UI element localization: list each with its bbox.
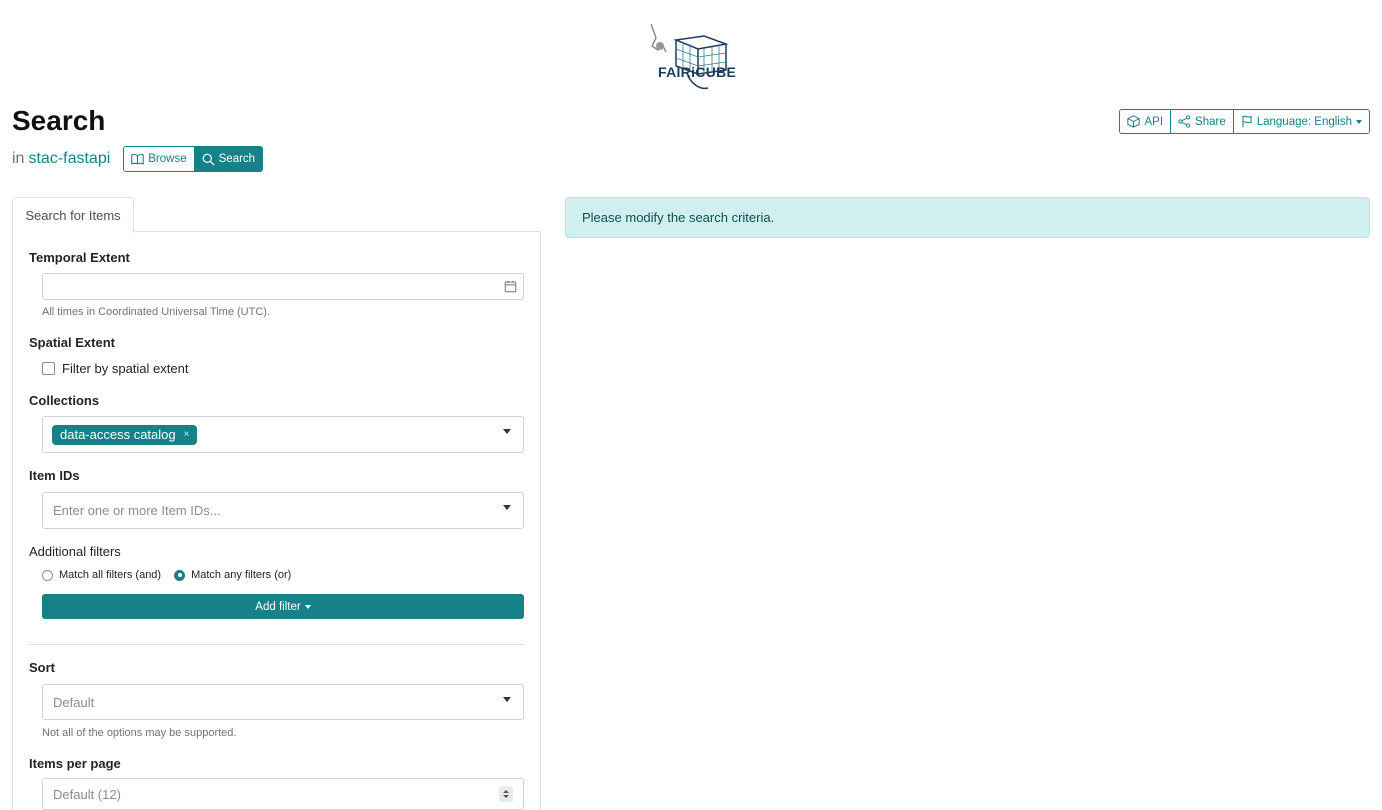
share-icon (1178, 115, 1191, 128)
in-label: in (12, 150, 25, 167)
chevron-down-icon (304, 604, 311, 609)
match-any-option[interactable]: Match any filters (or) (174, 569, 291, 581)
stepper-up-icon[interactable] (503, 790, 509, 793)
box-icon (1127, 115, 1141, 128)
sort-placeholder: Default (53, 694, 95, 710)
calendar-icon[interactable] (504, 280, 517, 293)
match-any-label[interactable]: Match any filters (or) (191, 569, 291, 581)
share-button[interactable]: Share (1170, 110, 1233, 133)
browse-button[interactable]: Browse (124, 147, 194, 171)
language-label: Language: English (1256, 115, 1352, 128)
book-icon (131, 153, 144, 165)
sort-select[interactable]: Default (42, 684, 524, 720)
remove-chip-icon[interactable]: × (184, 429, 190, 440)
top-actions: API Share Language: English (1119, 109, 1370, 134)
spatial-extent-checkbox[interactable] (42, 362, 55, 375)
faircube-logo: FAIRiCUBE (648, 22, 736, 94)
chevron-down-icon[interactable] (503, 505, 511, 510)
items-per-page-label: Items per page (29, 756, 121, 771)
spatial-extent-checkbox-label[interactable]: Filter by spatial extent (62, 361, 188, 376)
collection-chip-label: data-access catalog (60, 427, 176, 442)
match-all-option[interactable]: Match all filters (and) (42, 569, 161, 581)
alert-text: Please modify the search criteria. (582, 210, 775, 225)
additional-filters-label: Additional filters (29, 544, 121, 559)
view-switch: Browse Search (123, 146, 264, 172)
search-button[interactable]: Search (193, 147, 263, 171)
search-icon (202, 153, 215, 166)
sort-help: Not all of the options may be supported. (42, 727, 237, 739)
api-label: API (1144, 115, 1164, 128)
share-label: Share (1195, 115, 1226, 128)
info-alert: Please modify the search criteria. (565, 197, 1370, 238)
chevron-down-icon[interactable] (503, 696, 511, 702)
stepper-down-icon[interactable] (503, 795, 509, 798)
logo-text: FAIRiCUBE (658, 64, 737, 80)
item-ids-placeholder: Enter one or more Item IDs... (53, 503, 221, 518)
breadcrumb: in stac-fastapi Browse Search (12, 146, 264, 172)
tab-label: Search for Items (25, 207, 121, 223)
chevron-down-icon[interactable] (503, 429, 511, 434)
items-per-page-input[interactable]: Default (12) (42, 778, 524, 810)
spatial-extent-label: Spatial Extent (29, 335, 115, 350)
match-any-radio[interactable] (174, 569, 186, 581)
tab-search-for-items[interactable]: Search for Items (12, 197, 134, 233)
logo-cube-icon (650, 23, 729, 90)
spatial-extent-checkbox-row[interactable]: Filter by spatial extent (42, 361, 188, 376)
match-all-radio[interactable] (42, 569, 53, 581)
match-all-label[interactable]: Match all filters (and) (59, 569, 161, 581)
page-title: Search (12, 105, 106, 136)
flag-icon (1242, 115, 1252, 128)
temporal-extent-help: All times in Coordinated Universal Time … (42, 306, 271, 318)
divider (29, 644, 524, 645)
catalog-link[interactable]: stac-fastapi (28, 150, 110, 168)
add-filter-label: Add filter (255, 600, 301, 613)
items-per-page-placeholder: Default (12) (53, 786, 121, 802)
api-button[interactable]: API (1120, 110, 1171, 133)
language-dropdown[interactable]: Language: English (1232, 110, 1369, 133)
chevron-down-icon (1356, 119, 1362, 124)
add-filter-button[interactable]: Add filter (42, 594, 524, 619)
collections-label: Collections (29, 393, 100, 408)
browse-label: Browse (148, 153, 187, 165)
search-label: Search (218, 153, 256, 165)
item-ids-label: Item IDs (29, 468, 80, 483)
item-ids-input[interactable]: Enter one or more Item IDs... (42, 492, 524, 529)
collection-chip: data-access catalog × (52, 424, 198, 445)
sort-label: Sort (29, 660, 55, 675)
temporal-extent-label: Temporal Extent (29, 250, 130, 265)
temporal-extent-input[interactable] (42, 273, 524, 300)
filter-logic-radio-group: Match all filters (and) Match any filter… (42, 569, 304, 581)
number-stepper[interactable] (499, 786, 513, 802)
collections-select[interactable]: data-access catalog × (42, 416, 524, 453)
